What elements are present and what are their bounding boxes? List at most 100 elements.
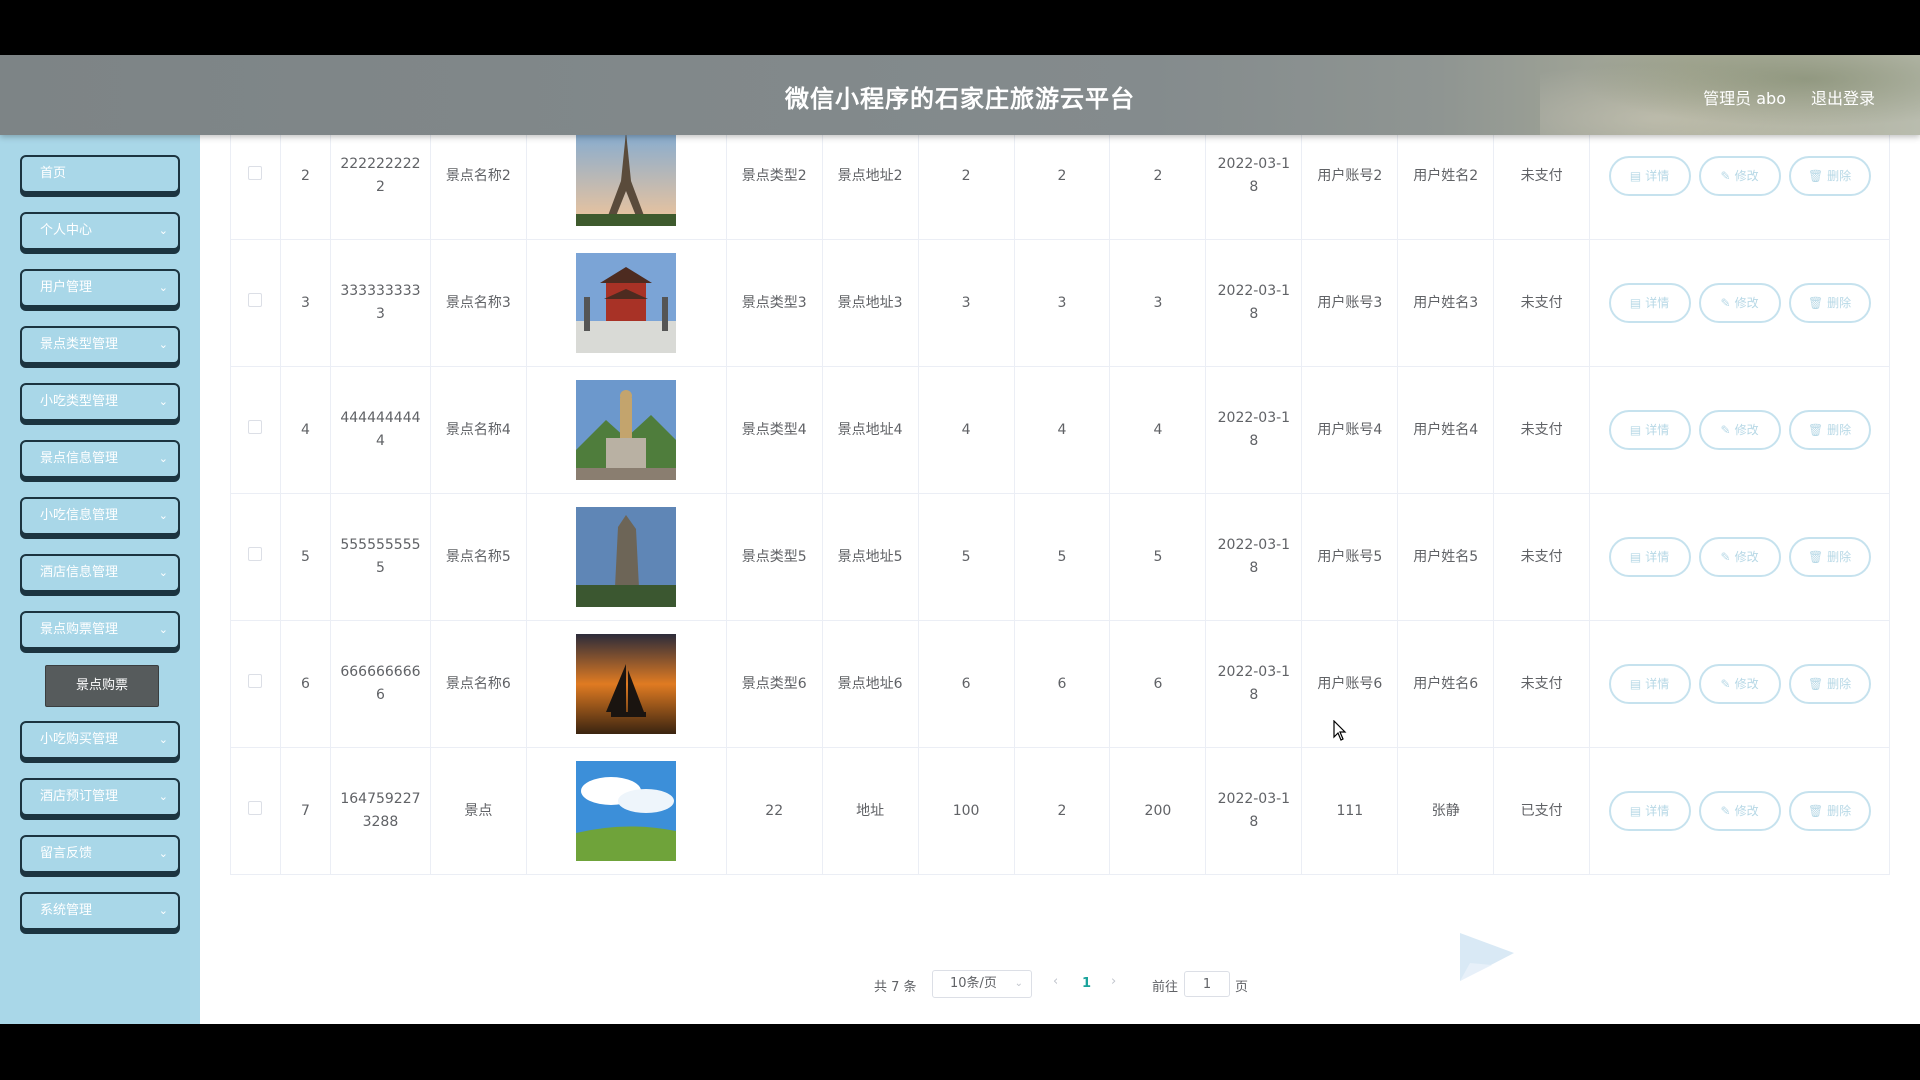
sidebar-item-2[interactable]: 用户管理 ⌄ (20, 269, 180, 307)
cell-total: 3 (1109, 239, 1207, 367)
delete-button[interactable]: 🗑删除 (1788, 664, 1871, 704)
cell-type: 景点类型3 (725, 239, 823, 367)
cell-total: 5 (1109, 493, 1207, 621)
cell-address-text: 景点地址4 (837, 421, 903, 438)
sidebar-item-label: 小吃类型管理 (40, 394, 119, 409)
chevron-down-icon: ⌄ (158, 338, 168, 351)
next-page-icon[interactable]: › (1111, 974, 1116, 989)
cell-price: 5 (917, 493, 1015, 621)
document-icon: ▤ (1629, 677, 1642, 691)
cell-status: 已支付 (1493, 747, 1591, 875)
sidebar-item-3[interactable]: 景点类型管理 ⌄ (20, 326, 180, 364)
delete-button[interactable]: 🗑删除 (1788, 283, 1871, 323)
cell-type-text: 景点类型4 (741, 421, 807, 438)
cell-address: 景点地址3 (821, 239, 919, 367)
sidebar-item-11[interactable]: 留言反馈 ⌄ (20, 835, 180, 873)
delete-label: 删除 (1827, 423, 1852, 437)
row-checkbox[interactable] (248, 546, 263, 561)
temple-pavilion-image (576, 253, 677, 353)
logout-link[interactable]: 退出登录 (1811, 85, 1875, 109)
sidebar-item-label: 个人中心 (40, 223, 93, 238)
chevron-down-icon: ⌄ (158, 452, 168, 465)
cell-idx: 3 (279, 239, 331, 367)
image-cell (525, 747, 727, 875)
sidebar-item-9[interactable]: 小吃购买管理 ⌄ (20, 721, 180, 759)
detail-button[interactable]: ▤详情 (1608, 283, 1691, 323)
edit-button[interactable]: ✎修改 (1698, 537, 1781, 577)
cell-name: 景点名称4 (429, 366, 527, 494)
cell-order_no: 164759227 3288 (329, 747, 431, 875)
sidebar-item-8[interactable]: 景点购票管理 ⌄ (20, 611, 180, 649)
row-checkbox-cell (230, 239, 281, 367)
cell-account-text: 111 (1336, 802, 1364, 819)
cell-order_no-text: 222222222 2 (340, 156, 421, 195)
sidebar-item-1[interactable]: 个人中心 ⌄ (20, 212, 180, 250)
cell-qty: 2 (1013, 747, 1111, 875)
delete-button[interactable]: 🗑删除 (1788, 156, 1871, 196)
goto-page-input[interactable] (1184, 971, 1230, 997)
cell-account-text: 用户账号4 (1317, 421, 1383, 438)
cell-date-text: 2022-03-1 8 (1217, 156, 1291, 195)
row-checkbox[interactable] (248, 800, 263, 815)
row-checkbox[interactable] (248, 292, 263, 307)
sidebar-item-7[interactable]: 酒店信息管理 ⌄ (20, 554, 180, 592)
delete-button[interactable]: 🗑删除 (1788, 537, 1871, 577)
actions-cell: ▤详情✎修改🗑删除 (1589, 493, 1890, 621)
sidebar-item-4[interactable]: 小吃类型管理 ⌄ (20, 383, 180, 421)
edit-button[interactable]: ✎修改 (1698, 410, 1781, 450)
cell-price-text: 4 (961, 421, 971, 438)
cell-type: 景点类型6 (725, 620, 823, 748)
cell-idx-text: 7 (300, 802, 310, 819)
page-number-current[interactable]: 1 (1082, 976, 1091, 991)
cell-date-text: 2022-03-1 8 (1217, 410, 1291, 449)
row-checkbox[interactable] (248, 165, 263, 180)
edit-button[interactable]: ✎修改 (1698, 156, 1781, 196)
detail-button[interactable]: ▤详情 (1608, 664, 1691, 704)
detail-button[interactable]: ▤详情 (1608, 791, 1691, 831)
delete-button[interactable]: 🗑删除 (1788, 410, 1871, 450)
cell-status: 未支付 (1493, 493, 1591, 621)
sidebar-item-0[interactable]: 首页 (20, 155, 180, 193)
cell-name: 景点 (429, 747, 527, 875)
sidebar-item-label: 景点信息管理 (40, 451, 119, 466)
cell-username: 张静 (1397, 747, 1495, 875)
cell-username-text: 用户姓名6 (1413, 675, 1479, 692)
cell-total-text: 4 (1153, 421, 1163, 438)
cell-date: 2022-03-1 8 (1205, 493, 1303, 621)
detail-button[interactable]: ▤详情 (1608, 156, 1691, 196)
cell-order_no: 555555555 5 (329, 493, 431, 621)
sidebar-item-label: 小吃信息管理 (40, 508, 119, 523)
detail-button[interactable]: ▤详情 (1608, 410, 1691, 450)
cell-order_no-text: 444444444 4 (340, 410, 421, 449)
app-window: 微信小程序的石家庄旅游云平台 管理员 abo 退出登录 首页 个人中心 ⌄ 用户管理 ⌄… (0, 55, 1920, 1024)
sidebar-item-5[interactable]: 景点信息管理 ⌄ (20, 440, 180, 478)
cell-qty: 5 (1013, 493, 1111, 621)
detail-label: 详情 (1645, 804, 1670, 818)
detail-button[interactable]: ▤详情 (1608, 537, 1691, 577)
edit-button[interactable]: ✎修改 (1698, 664, 1781, 704)
cell-qty-text: 2 (1057, 802, 1067, 819)
sidebar-item-6[interactable]: 小吃信息管理 ⌄ (20, 497, 180, 535)
edit-button[interactable]: ✎修改 (1698, 791, 1781, 831)
order-table: 11景点名称1景点类型1景点地址11112022-03-1 8用户账号1用户姓名… (230, 55, 1890, 875)
page-size-value: 10条/页 (950, 976, 997, 991)
sidebar-item-10[interactable]: 酒店预订管理 ⌄ (20, 778, 180, 816)
cell-total-text: 3 (1153, 294, 1163, 311)
cell-date-text: 2022-03-1 8 (1217, 791, 1291, 830)
cell-qty: 3 (1013, 239, 1111, 367)
row-checkbox[interactable] (248, 673, 263, 688)
cell-price-text: 2 (961, 167, 971, 184)
cell-name: 景点名称5 (429, 493, 527, 621)
sidebar-item-12[interactable]: 系统管理 ⌄ (20, 892, 180, 930)
edit-button[interactable]: ✎修改 (1698, 283, 1781, 323)
row-checkbox[interactable] (248, 419, 263, 434)
prev-page-icon[interactable]: ‹ (1053, 974, 1058, 989)
cell-name-text: 景点名称6 (445, 675, 511, 692)
page-size-select[interactable]: 10条/页 ⌄ (932, 970, 1032, 998)
cell-total: 200 (1109, 747, 1207, 875)
delete-button[interactable]: 🗑删除 (1788, 791, 1871, 831)
cell-username-text: 张静 (1431, 802, 1460, 819)
cell-address: 景点地址5 (821, 493, 919, 621)
cell-type: 22 (725, 747, 823, 875)
submenu-item-ticket-purchase[interactable]: 景点购票 (45, 665, 159, 707)
